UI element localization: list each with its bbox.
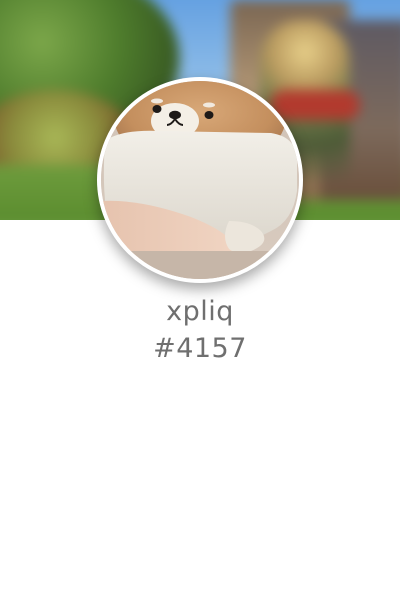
user-discriminator: #4157 [153, 333, 247, 364]
plush-shiba-avatar-icon [101, 81, 299, 279]
avatar-frame [97, 77, 303, 283]
profile-card: xpliq #4157 [0, 0, 400, 600]
username: xpliq [166, 296, 234, 327]
avatar[interactable] [101, 81, 299, 279]
